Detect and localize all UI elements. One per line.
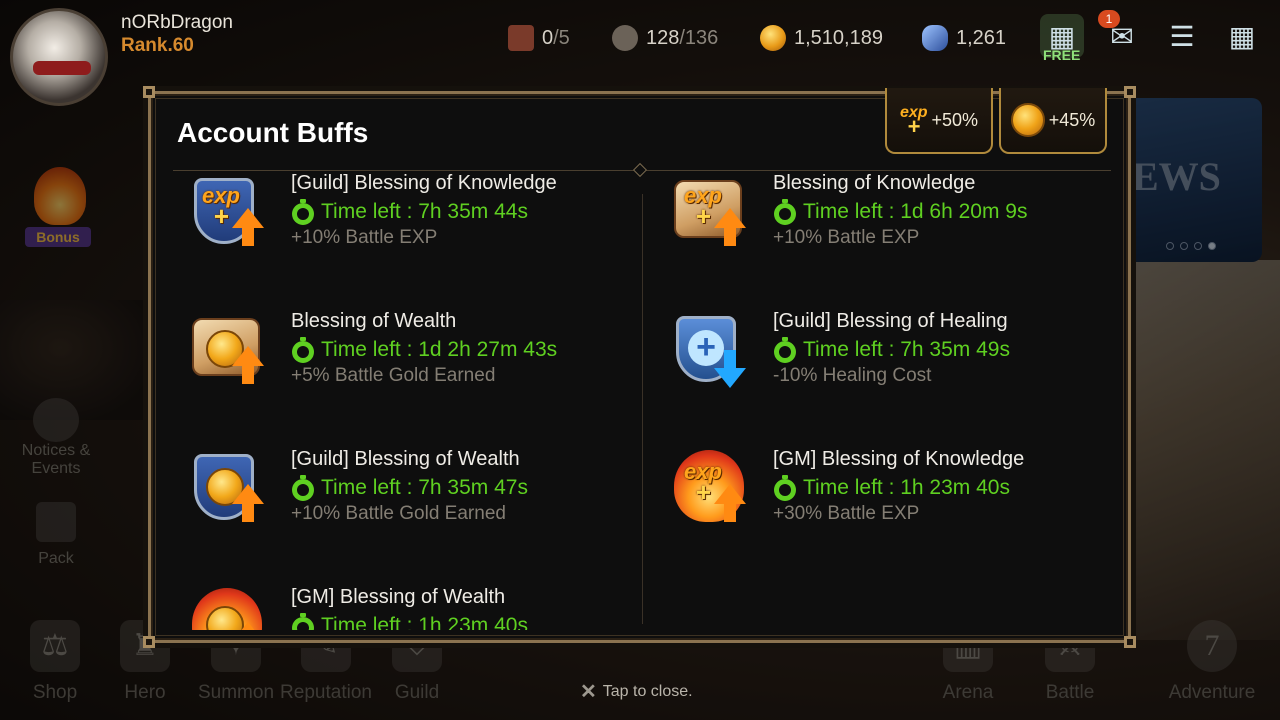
buff-time: Time left : 7h 35m 44s <box>291 199 528 225</box>
buff-item: Blessing of Wealth Time left : 1d 2h 27m… <box>173 310 633 410</box>
grid-menu-icon: ▦ <box>1228 20 1256 52</box>
buff-time-text: Time left : 7h 35m 44s <box>321 200 528 223</box>
buff-effect: -10% Healing Cost <box>773 365 932 386</box>
stamina-max: /136 <box>679 26 719 49</box>
avatar-scarf <box>33 61 91 75</box>
stopwatch-icon <box>773 337 797 363</box>
buff-effect: +10% Battle Gold Earned <box>291 503 506 524</box>
buff-item: exp + [GM] Blessing of Knowledge Time lef… <box>655 448 1113 548</box>
gold-value: 1,510,189 <box>794 26 883 49</box>
crystal-value: 1,261 <box>956 26 1007 49</box>
player-rank: Rank.60 <box>121 35 194 56</box>
gold-scroll-icon <box>188 310 270 392</box>
stopwatch-icon <box>291 199 315 225</box>
buff-time-text: Time left : 1h 23m 40s <box>803 476 1010 499</box>
buff-name: Blessing of Knowledge <box>773 174 976 194</box>
buff-time: Time left : 1h 23m 40s <box>291 613 528 630</box>
exp-bonus-summary: exp + +50% <box>885 88 993 154</box>
frame-corner <box>143 636 155 648</box>
gold-bonus-summary: +45% <box>999 88 1107 154</box>
stopwatch-icon <box>773 199 797 225</box>
arrow-down-icon <box>714 350 746 390</box>
chat-button[interactable]: ☰ <box>1160 14 1204 58</box>
buff-item: [Guild] Blessing of Wealth Time left : 7… <box>173 448 633 548</box>
buff-name: [GM] Blessing of Knowledge <box>773 448 1025 470</box>
crossed-swords-icon <box>508 25 534 51</box>
guild-gold-shield-icon <box>188 448 270 530</box>
buff-time-text: Time left : 7h 35m 47s <box>321 476 528 499</box>
guild-healing-shield-icon: + <box>670 310 752 392</box>
arrow-up-icon <box>232 484 264 524</box>
buff-item: exp + Blessing of Knowledge Time left : 1… <box>655 174 1113 272</box>
arrow-up-icon <box>232 208 264 248</box>
arrow-up-icon <box>714 208 746 248</box>
frame-corner <box>1124 86 1136 98</box>
buff-effect: +10% Battle EXP <box>773 227 920 248</box>
buff-time-text: Time left : 7h 35m 49s <box>803 338 1010 361</box>
chat-icon: ☰ <box>1169 20 1195 52</box>
buff-name: [Guild] Blessing of Healing <box>773 310 1008 332</box>
mail-count-badge: 1 <box>1098 10 1120 28</box>
exp-plus-glyph: + <box>907 114 921 139</box>
buff-time-text: Time left : 1d 2h 27m 43s <box>321 338 558 361</box>
stopwatch-icon <box>773 475 797 501</box>
arrow-up-icon <box>232 622 264 630</box>
buff-name: [GM] Blessing of Wealth <box>291 586 506 608</box>
gold-bonus-value: +45% <box>1048 109 1096 130</box>
buff-time: Time left : 1d 2h 27m 43s <box>291 337 557 363</box>
buff-time-text: Time left : 1h 23m 40s <box>321 614 528 630</box>
modal-title: Account Buffs <box>177 117 369 148</box>
gold-coin-icon <box>1010 103 1045 137</box>
main-menu-button[interactable]: ▦ <box>1220 14 1264 58</box>
buff-effect: +5% Battle Gold Earned <box>291 365 496 386</box>
battle-ticket-max: /5 <box>553 26 570 49</box>
stamina-current: 128 <box>646 26 680 49</box>
player-avatar[interactable] <box>10 8 108 106</box>
title-divider <box>173 162 1111 178</box>
crystal-icon <box>922 25 948 51</box>
battle-ticket-current: 0 <box>542 26 554 49</box>
buff-name: Blessing of Wealth <box>291 310 457 332</box>
tap-to-close-hint[interactable]: ✕ Tap to close. <box>580 679 693 704</box>
gm-exp-flame-icon: exp + <box>670 448 752 530</box>
buff-item: exp + [Guild] Blessing of Knowledge Time … <box>173 174 633 272</box>
buff-name: [Guild] Blessing of Knowledge <box>291 174 557 194</box>
player-name: nORbDragon <box>121 12 233 33</box>
crystal-counter[interactable]: 1,261 <box>922 24 1006 52</box>
tap-to-close-text: Tap to close. <box>602 682 693 700</box>
exp-bonus-value: +50% <box>931 109 979 130</box>
buff-item: + [Guild] Blessing of Healing Time left … <box>655 310 1113 410</box>
stamina-counter[interactable]: 128/136 <box>612 24 718 52</box>
buff-time: Time left : 7h 35m 47s <box>291 475 528 501</box>
stopwatch-icon <box>291 475 315 501</box>
buff-list[interactable]: exp + [Guild] Blessing of Knowledge Time … <box>173 174 1113 630</box>
exp-icon: exp + <box>900 105 928 139</box>
top-hud: nORbDragon Rank.60 0/5 128/136 1,510,189… <box>0 0 1280 106</box>
frame-corner <box>1124 636 1136 648</box>
buff-time: Time left : 1d 6h 20m 9s <box>773 199 1028 225</box>
stopwatch-icon <box>291 613 315 630</box>
battle-ticket-counter[interactable]: 0/5 <box>508 24 570 52</box>
gold-coin-icon <box>760 25 786 51</box>
close-icon: ✕ <box>580 681 597 703</box>
buff-time: Time left : 7h 35m 49s <box>773 337 1010 363</box>
stopwatch-icon <box>291 337 315 363</box>
buff-time: Time left : 1h 23m 40s <box>773 475 1010 501</box>
arrow-up-icon <box>232 346 264 386</box>
guild-exp-shield-icon: exp + <box>188 174 270 254</box>
account-buffs-modal: Account Buffs exp + +50% +45% exp + [Guild… <box>143 86 1136 648</box>
gm-gold-flame-icon <box>188 586 270 630</box>
buff-time-text: Time left : 1d 6h 20m 9s <box>803 200 1028 223</box>
buff-item: [GM] Blessing of Wealth Time left : 1h 2… <box>173 586 633 630</box>
buff-effect: +30% Battle EXP <box>773 503 920 524</box>
free-label: FREE <box>1043 47 1081 63</box>
arrow-up-icon <box>714 484 746 524</box>
exp-scroll-icon: exp + <box>670 174 752 254</box>
gold-counter[interactable]: 1,510,189 <box>760 24 883 52</box>
frame-corner <box>143 86 155 98</box>
buff-name: [Guild] Blessing of Wealth <box>291 448 520 470</box>
stamina-icon <box>612 25 638 51</box>
buff-effect: +10% Battle EXP <box>291 227 438 248</box>
